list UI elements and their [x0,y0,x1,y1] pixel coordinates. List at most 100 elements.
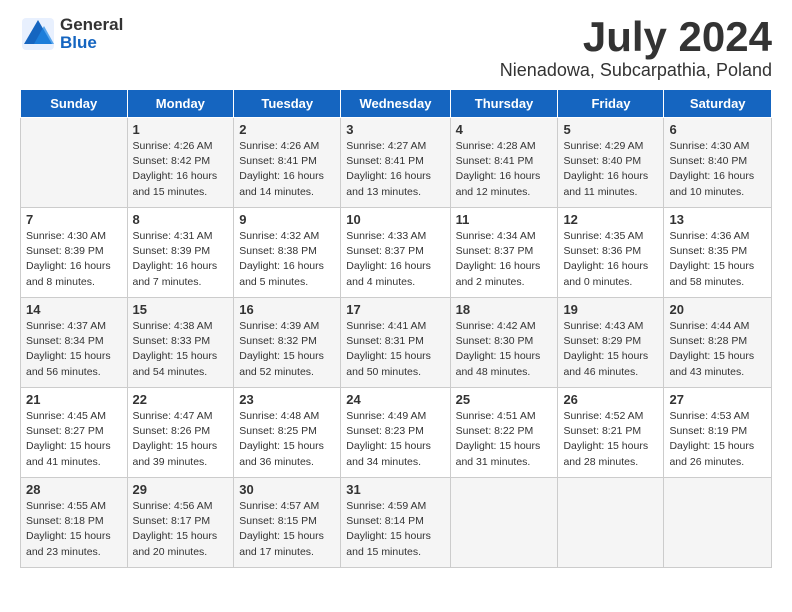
calendar-week-row: 14 Sunrise: 4:37 AMSunset: 8:34 PMDayligh… [21,298,772,388]
day-info: Sunrise: 4:34 AMSunset: 8:37 PMDaylight:… [456,229,553,290]
day-info: Sunrise: 4:31 AMSunset: 8:39 PMDaylight:… [133,229,229,290]
day-number: 29 [133,482,229,497]
day-info: Sunrise: 4:30 AMSunset: 8:39 PMDaylight:… [26,229,122,290]
calendar-cell: 1 Sunrise: 4:26 AMSunset: 8:42 PMDaylight… [127,118,234,208]
calendar-cell [21,118,128,208]
calendar-cell [558,478,664,568]
calendar-week-row: 1 Sunrise: 4:26 AMSunset: 8:42 PMDaylight… [21,118,772,208]
day-number: 28 [26,482,122,497]
day-info: Sunrise: 4:36 AMSunset: 8:35 PMDaylight:… [669,229,766,290]
day-info: Sunrise: 4:30 AMSunset: 8:40 PMDaylight:… [669,139,766,200]
logo-icon [20,16,56,52]
calendar-cell: 24 Sunrise: 4:49 AMSunset: 8:23 PMDayligh… [341,388,450,478]
day-number: 31 [346,482,444,497]
day-info: Sunrise: 4:56 AMSunset: 8:17 PMDaylight:… [133,499,229,560]
day-info: Sunrise: 4:52 AMSunset: 8:21 PMDaylight:… [563,409,658,470]
calendar-cell: 11 Sunrise: 4:34 AMSunset: 8:37 PMDayligh… [450,208,558,298]
logo: General Blue [20,16,123,52]
calendar-cell: 14 Sunrise: 4:37 AMSunset: 8:34 PMDayligh… [21,298,128,388]
calendar-cell: 2 Sunrise: 4:26 AMSunset: 8:41 PMDaylight… [234,118,341,208]
calendar-cell [664,478,772,568]
day-number: 19 [563,302,658,317]
day-number: 3 [346,122,444,137]
logo-blue-text: Blue [60,33,97,52]
day-number: 11 [456,212,553,227]
calendar-cell: 17Sunrise: 4:41 AMSunset: 8:31 PMDayligh… [341,298,450,388]
day-info: Sunrise: 4:59 AMSunset: 8:14 PMDaylight:… [346,499,444,560]
day-info: Sunrise: 4:44 AMSunset: 8:28 PMDaylight:… [669,319,766,380]
day-number: 9 [239,212,335,227]
day-number: 10 [346,212,444,227]
day-info: Sunrise: 4:47 AMSunset: 8:26 PMDaylight:… [133,409,229,470]
day-info: Sunrise: 4:55 AMSunset: 8:18 PMDaylight:… [26,499,122,560]
day-info: Sunrise: 4:42 AMSunset: 8:30 PMDaylight:… [456,319,553,380]
day-number: 16 [239,302,335,317]
day-info: Sunrise: 4:32 AMSunset: 8:38 PMDaylight:… [239,229,335,290]
day-info: Sunrise: 4:35 AMSunset: 8:36 PMDaylight:… [563,229,658,290]
day-number: 30 [239,482,335,497]
header-monday: Monday [127,90,234,118]
day-number: 23 [239,392,335,407]
month-title: July 2024 [500,16,772,58]
calendar-cell: 8 Sunrise: 4:31 AMSunset: 8:39 PMDaylight… [127,208,234,298]
logo-general-text: General [60,15,123,34]
day-number: 13 [669,212,766,227]
calendar-cell: 16 Sunrise: 4:39 AMSunset: 8:32 PMDayligh… [234,298,341,388]
day-info: Sunrise: 4:51 AMSunset: 8:22 PMDaylight:… [456,409,553,470]
calendar-cell: 26Sunrise: 4:52 AMSunset: 8:21 PMDayligh… [558,388,664,478]
day-info: Sunrise: 4:38 AMSunset: 8:33 PMDaylight:… [133,319,229,380]
calendar-cell: 29 Sunrise: 4:56 AMSunset: 8:17 PMDayligh… [127,478,234,568]
day-number: 4 [456,122,553,137]
day-number: 24 [346,392,444,407]
day-number: 5 [563,122,658,137]
day-info: Sunrise: 4:53 AMSunset: 8:19 PMDaylight:… [669,409,766,470]
calendar-cell: 10 Sunrise: 4:33 AMSunset: 8:37 PMDayligh… [341,208,450,298]
day-info: Sunrise: 4:48 AMSunset: 8:25 PMDaylight:… [239,409,335,470]
day-number: 22 [133,392,229,407]
header-saturday: Saturday [664,90,772,118]
day-info: Sunrise: 4:57 AMSunset: 8:15 PMDaylight:… [239,499,335,560]
day-number: 12 [563,212,658,227]
calendar-cell: 4 Sunrise: 4:28 AMSunset: 8:41 PMDaylight… [450,118,558,208]
day-number: 7 [26,212,122,227]
calendar-cell: 23 Sunrise: 4:48 AMSunset: 8:25 PMDayligh… [234,388,341,478]
day-info: Sunrise: 4:27 AMSunset: 8:41 PMDaylight:… [346,139,444,200]
calendar-header-row: SundayMondayTuesdayWednesdayThursdayFrid… [21,90,772,118]
day-info: Sunrise: 4:29 AMSunset: 8:40 PMDaylight:… [563,139,658,200]
day-number: 1 [133,122,229,137]
calendar-cell: 18 Sunrise: 4:42 AMSunset: 8:30 PMDayligh… [450,298,558,388]
day-number: 18 [456,302,553,317]
calendar-cell: 7 Sunrise: 4:30 AMSunset: 8:39 PMDaylight… [21,208,128,298]
day-number: 8 [133,212,229,227]
day-number: 2 [239,122,335,137]
day-info: Sunrise: 4:43 AMSunset: 8:29 PMDaylight:… [563,319,658,380]
day-number: 27 [669,392,766,407]
calendar-cell: 30 Sunrise: 4:57 AMSunset: 8:15 PMDayligh… [234,478,341,568]
header-thursday: Thursday [450,90,558,118]
header-sunday: Sunday [21,90,128,118]
day-number: 14 [26,302,122,317]
header-tuesday: Tuesday [234,90,341,118]
day-info: Sunrise: 4:39 AMSunset: 8:32 PMDaylight:… [239,319,335,380]
calendar-cell: 5 Sunrise: 4:29 AMSunset: 8:40 PMDaylight… [558,118,664,208]
day-info: Sunrise: 4:37 AMSunset: 8:34 PMDaylight:… [26,319,122,380]
calendar-cell: 20 Sunrise: 4:44 AMSunset: 8:28 PMDayligh… [664,298,772,388]
calendar-cell: 13 Sunrise: 4:36 AMSunset: 8:35 PMDayligh… [664,208,772,298]
day-info: Sunrise: 4:45 AMSunset: 8:27 PMDaylight:… [26,409,122,470]
day-number: 15 [133,302,229,317]
calendar-cell: 19 Sunrise: 4:43 AMSunset: 8:29 PMDayligh… [558,298,664,388]
title-area: July 2024 Nienadowa, Subcarpathia, Polan… [500,16,772,81]
day-info: Sunrise: 4:33 AMSunset: 8:37 PMDaylight:… [346,229,444,290]
day-number: 20 [669,302,766,317]
day-info: Sunrise: 4:49 AMSunset: 8:23 PMDaylight:… [346,409,444,470]
calendar-cell: 31 Sunrise: 4:59 AMSunset: 8:14 PMDayligh… [341,478,450,568]
calendar-week-row: 7 Sunrise: 4:30 AMSunset: 8:39 PMDaylight… [21,208,772,298]
calendar-table: SundayMondayTuesdayWednesdayThursdayFrid… [20,89,772,568]
day-info: Sunrise: 4:26 AMSunset: 8:42 PMDaylight:… [133,139,229,200]
calendar-cell: 12 Sunrise: 4:35 AMSunset: 8:36 PMDayligh… [558,208,664,298]
calendar-cell: 9 Sunrise: 4:32 AMSunset: 8:38 PMDaylight… [234,208,341,298]
day-info: Sunrise: 4:28 AMSunset: 8:41 PMDaylight:… [456,139,553,200]
day-info: Sunrise: 4:26 AMSunset: 8:41 PMDaylight:… [239,139,335,200]
calendar-cell: 6Sunrise: 4:30 AMSunset: 8:40 PMDaylight… [664,118,772,208]
day-info: Sunrise: 4:41 AMSunset: 8:31 PMDaylight:… [346,319,444,380]
